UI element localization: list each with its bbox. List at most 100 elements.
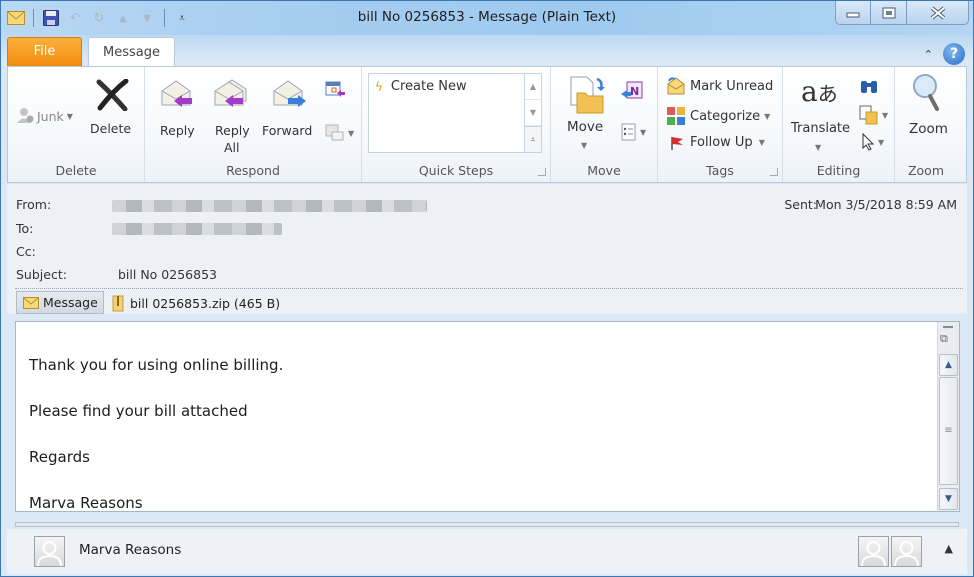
collapse-ribbon-icon[interactable]: ⌃ (924, 48, 933, 61)
message-body-text: Thank you for using online billing. Plea… (29, 342, 283, 526)
tab-message[interactable]: Message (88, 37, 175, 68)
categorize-button[interactable]: Categorize ▼ (666, 106, 770, 126)
group-label-respond: Respond (226, 163, 280, 178)
to-value-redacted (112, 223, 282, 235)
attachment-item[interactable]: bill 0256853.zip (465 B) (112, 294, 280, 312)
scroll-down-button[interactable]: ▼ (525, 100, 541, 126)
group-delete: Junk ▼ Delete Delete (8, 67, 145, 182)
body-line: Please find your bill attached (29, 402, 248, 420)
flag-icon (671, 136, 683, 150)
chevron-down-icon: ▼ (348, 128, 355, 138)
translate-button[interactable]: aあ Translate ▼ (789, 71, 851, 161)
vertical-scrollbar[interactable]: ⧉ ▲ ≡ ▼ (937, 322, 959, 511)
follow-up-label: Follow Up (690, 135, 753, 150)
person-icon (861, 541, 886, 567)
maximize-button[interactable] (871, 1, 907, 25)
person-icon (37, 541, 62, 567)
message-body[interactable]: Thank you for using online billing. Plea… (15, 321, 960, 512)
envelope-icon (23, 296, 39, 309)
group-label-tags: Tags (706, 163, 734, 178)
outlook-message-window: ↶ ↻ ▲ ▼ ⩡ bill No 0256853 - Message (Pla… (0, 0, 974, 577)
junk-button[interactable]: Junk ▼ (16, 107, 73, 126)
splitter-grip-icon[interactable] (943, 326, 953, 328)
reply-all-icon (213, 79, 249, 112)
forward-button[interactable]: Forward (262, 75, 318, 155)
im-reply-icon (325, 124, 344, 141)
chevron-down-icon: ▼ (66, 112, 73, 121)
delete-x-icon (95, 78, 129, 114)
more-respond-button[interactable]: ▼ (325, 123, 354, 143)
meeting-reply-button[interactable] (325, 79, 347, 101)
message-attachment-tab[interactable]: Message (16, 291, 104, 314)
onenote-button[interactable]: N (621, 81, 645, 103)
help-icon[interactable]: ? (943, 43, 965, 65)
chevron-down-icon: ▼ (882, 110, 889, 120)
sent-label: Sent: (784, 197, 817, 212)
zoom-button[interactable]: Zoom (901, 71, 951, 161)
group-zoom: Zoom Zoom (895, 67, 957, 182)
scroll-up-button[interactable]: ▲ (939, 354, 958, 376)
chevron-down-icon: ▼ (640, 127, 647, 137)
mark-unread-icon (667, 77, 685, 95)
reply-all-button[interactable]: Reply All (209, 75, 253, 165)
forward-label: Forward (262, 123, 313, 138)
group-respond: Reply Reply All Forward ▼ Respond (145, 67, 362, 182)
quick-steps-gallery: ϟ Create New (368, 73, 525, 153)
scroll-thumb[interactable]: ≡ (939, 377, 958, 485)
quick-steps-scroll: ▲ ▼ ⩡ (525, 73, 542, 153)
rules-button[interactable]: ▼ (621, 123, 646, 141)
minimize-button[interactable] (835, 1, 871, 25)
message-tab-label: Message (43, 295, 98, 310)
message-header: From: To: Cc: Subject: bill No 0256853 S… (7, 184, 967, 314)
subject-label: Subject: (16, 267, 67, 282)
chevron-down-icon: ▼ (878, 137, 885, 147)
chevron-down-icon: ▼ (758, 138, 765, 147)
related-button[interactable]: ▼ (859, 105, 888, 125)
quick-step-create-new[interactable]: ϟ Create New (375, 79, 467, 94)
reply-icon (160, 79, 194, 112)
cc-label: Cc: (16, 244, 36, 259)
subject-value: bill No 0256853 (118, 267, 217, 282)
scroll-up-button[interactable]: ▲ (525, 74, 541, 100)
reply-label: Reply (160, 123, 195, 138)
scroll-down-button[interactable]: ▼ (939, 488, 958, 510)
mark-unread-button[interactable]: Mark Unread (666, 77, 773, 95)
onenote-icon: N (621, 81, 643, 99)
ribbon-right-controls: ⌃ ? (924, 43, 965, 65)
people-pane-splitter[interactable] (15, 522, 959, 527)
select-button[interactable]: ▼ (861, 133, 884, 151)
maximize-icon (882, 7, 895, 18)
group-label-quick-steps: Quick Steps (418, 163, 494, 178)
header-divider (15, 288, 963, 289)
reply-button[interactable]: Reply (155, 75, 199, 155)
expand-gallery-button[interactable]: ⩡ (525, 126, 541, 152)
reading-pane-icon[interactable]: ⧉ (940, 332, 948, 346)
body-line: Regards (29, 448, 90, 466)
group-label-move: Move (587, 163, 621, 178)
reply-all-label-line1: Reply (215, 123, 250, 138)
expand-people-pane-icon[interactable]: ▲ (945, 542, 953, 555)
avatar[interactable] (858, 536, 889, 567)
move-button[interactable]: Move ▼ (561, 71, 611, 161)
delete-button[interactable]: Delete (90, 75, 134, 145)
avatar[interactable] (34, 536, 65, 567)
svg-text:N: N (630, 85, 639, 98)
from-label: From: (16, 197, 52, 212)
window-controls (835, 1, 969, 25)
close-button[interactable] (907, 1, 969, 25)
chevron-down-icon: ▼ (764, 111, 771, 121)
categorize-icon (667, 107, 685, 125)
follow-up-button[interactable]: Follow Up ▼ (670, 135, 765, 150)
group-editing: aあ Translate ▼ ▼ ▼ Editing (783, 67, 895, 182)
mark-unread-label: Mark Unread (690, 78, 774, 94)
find-button[interactable] (859, 77, 879, 98)
dialog-launcher-icon[interactable] (770, 168, 778, 176)
tab-file[interactable]: File (7, 37, 82, 67)
attachment-name: bill 0256853.zip (465 B) (130, 295, 281, 311)
magnifier-icon (911, 73, 941, 114)
avatar[interactable] (891, 536, 922, 567)
translate-label: Translate (791, 121, 851, 136)
chevron-down-icon: ▼ (581, 141, 588, 150)
lightning-icon: ϟ (375, 79, 383, 94)
dialog-launcher-icon[interactable] (538, 168, 546, 176)
